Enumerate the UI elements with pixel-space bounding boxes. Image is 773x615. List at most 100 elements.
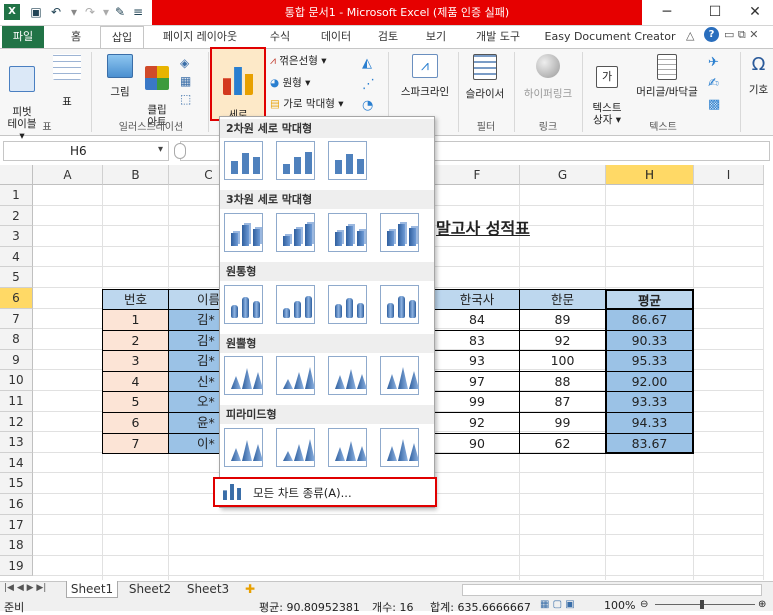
sparkline-button[interactable]: ⩘ 스파크라인	[394, 54, 456, 98]
col3d-chart-option-2[interactable]	[276, 213, 315, 252]
tab-view[interactable]: 보기	[414, 26, 458, 48]
cyl-chart-option-3[interactable]	[328, 285, 367, 324]
cone-chart-option-4[interactable]	[380, 356, 419, 395]
zoom-level[interactable]: 100%	[604, 599, 635, 612]
column-header-h[interactable]: H	[606, 165, 694, 185]
more-charts-icons[interactable]: ◭ ⋰ ◔	[362, 53, 384, 116]
cell-hanmun[interactable]: 62	[519, 433, 606, 455]
cell-name[interactable]: 김*	[168, 330, 220, 352]
clipart-button[interactable]: 클립 아트	[142, 54, 172, 128]
row-header-8[interactable]: 8	[0, 329, 33, 350]
row-header-9[interactable]: 9	[0, 349, 33, 371]
cell-hanmun[interactable]: 99	[519, 413, 606, 434]
row-header-13[interactable]: 13	[0, 432, 33, 453]
pyr-chart-option-4[interactable]	[380, 428, 419, 467]
help-icon[interactable]: ?	[704, 27, 719, 42]
formula-fx-icon[interactable]	[174, 143, 186, 159]
col3d-chart-option-1[interactable]	[224, 213, 263, 252]
header-average[interactable]: 평균	[605, 289, 694, 310]
pyr-chart-option-2[interactable]	[276, 428, 315, 467]
name-box[interactable]: H6	[3, 141, 169, 161]
cone-chart-option-2[interactable]	[276, 356, 315, 395]
tab-insert[interactable]: 삽입	[100, 26, 144, 48]
tab-easy-document-creator[interactable]: Easy Document Creator	[540, 26, 680, 48]
undo-icon[interactable]: ↶	[48, 4, 64, 20]
sheet-tab-sheet3[interactable]: Sheet3	[182, 581, 234, 598]
picture-button[interactable]: 그림	[104, 54, 136, 98]
window-restore-icon[interactable]: ▭ ⧉ ✕	[724, 28, 758, 42]
row-header-14[interactable]: 14	[0, 452, 33, 474]
cell-average[interactable]: 86.67	[605, 310, 694, 331]
textbox-button[interactable]: 가 텍스트 상자 ▾	[588, 54, 626, 126]
cell-number[interactable]: 6	[102, 413, 169, 434]
select-all-corner[interactable]	[0, 165, 33, 185]
row-header-12[interactable]: 12	[0, 411, 33, 433]
cell-name[interactable]: 신*	[168, 371, 220, 393]
qat-customize-icon[interactable]: ≡	[130, 4, 146, 20]
cell-average[interactable]: 83.67	[605, 433, 694, 455]
tab-developer[interactable]: 개발 도구	[464, 26, 532, 48]
cell-name[interactable]: 김*	[168, 351, 220, 372]
row-header-11[interactable]: 11	[0, 391, 33, 412]
redo-icon[interactable]: ↷	[82, 4, 98, 20]
row-header-10[interactable]: 10	[0, 370, 33, 391]
cell-korean-history[interactable]: 99	[434, 392, 520, 413]
header-number[interactable]: 번호	[102, 289, 169, 310]
cell-korean-history[interactable]: 90	[434, 433, 520, 455]
cell-name[interactable]: 오*	[168, 392, 220, 413]
tab-data[interactable]: 데이터	[308, 26, 364, 48]
pie-chart-button[interactable]: ◕ 원형 ▾	[270, 77, 360, 89]
row-header-18[interactable]: 18	[0, 535, 33, 556]
row-header-7[interactable]: 7	[0, 308, 33, 330]
row-header-1[interactable]: 1	[0, 185, 33, 206]
hyperlink-button[interactable]: 하이퍼링크	[516, 54, 580, 100]
pyr-chart-option-1[interactable]	[224, 428, 263, 467]
namebox-dropdown-icon[interactable]: ▾	[158, 144, 163, 155]
cell-hanmun[interactable]: 100	[519, 351, 606, 372]
slicer-button[interactable]: 슬라이서	[460, 54, 510, 100]
minimize-button[interactable]: ─	[652, 2, 682, 22]
row-header-4[interactable]: 4	[0, 246, 33, 268]
col2d-chart-option-2[interactable]	[276, 141, 315, 180]
cell-average[interactable]: 93.33	[605, 392, 694, 413]
shapes-smartart-icons[interactable]: ◈ ▦ ⬚	[180, 54, 202, 114]
tab-review[interactable]: 검토	[366, 26, 410, 48]
header-hanmun[interactable]: 한문	[519, 289, 606, 310]
undo-dropdown-icon[interactable]: ▾	[66, 4, 82, 20]
cell-korean-history[interactable]: 93	[434, 351, 520, 372]
cell-name[interactable]: 이*	[168, 433, 220, 455]
column-chart-button[interactable]: 세로 막대형 ▾	[210, 47, 266, 133]
custom-qat-icon[interactable]: ✎	[112, 4, 128, 20]
cell-number[interactable]: 4	[102, 371, 169, 393]
close-button[interactable]: ✕	[740, 2, 770, 22]
row-header-19[interactable]: 19	[0, 555, 33, 577]
sheet-tab-sheet1[interactable]: Sheet1	[66, 581, 118, 598]
col2d-chart-option-3[interactable]	[328, 141, 367, 180]
zoom-slider[interactable]	[655, 604, 755, 605]
zoom-out-icon[interactable]: ⊖	[640, 599, 648, 610]
tab-formulas[interactable]: 수식	[258, 26, 302, 48]
tab-page-layout[interactable]: 페이지 레이아웃	[150, 26, 250, 48]
cyl-chart-option-2[interactable]	[276, 285, 315, 324]
cone-chart-option-1[interactable]	[224, 356, 263, 395]
symbol-button[interactable]: Ω 기호	[744, 54, 773, 96]
row-header-5[interactable]: 5	[0, 267, 33, 288]
cyl-chart-option-1[interactable]	[224, 285, 263, 324]
cell-korean-history[interactable]: 83	[434, 330, 520, 352]
zoom-in-icon[interactable]: ⊕	[758, 599, 766, 610]
row-header-2[interactable]: 2	[0, 205, 33, 227]
cell-number[interactable]: 5	[102, 392, 169, 413]
pyr-chart-option-3[interactable]	[328, 428, 367, 467]
column-header-i[interactable]: I	[694, 165, 764, 185]
view-mode-icons[interactable]: ▦ ▢ ▣	[540, 599, 575, 610]
header-name[interactable]: 이름	[168, 289, 220, 310]
header-korean-history[interactable]: 한국사	[434, 289, 520, 310]
column-header-b[interactable]: B	[103, 165, 169, 185]
column-header-f[interactable]: F	[435, 165, 520, 185]
column-header-g[interactable]: G	[520, 165, 606, 185]
cell-hanmun[interactable]: 89	[519, 310, 606, 331]
cell-number[interactable]: 2	[102, 330, 169, 352]
cell-number[interactable]: 1	[102, 310, 169, 331]
col2d-chart-option-1[interactable]	[224, 141, 263, 180]
cell-hanmun[interactable]: 87	[519, 392, 606, 413]
